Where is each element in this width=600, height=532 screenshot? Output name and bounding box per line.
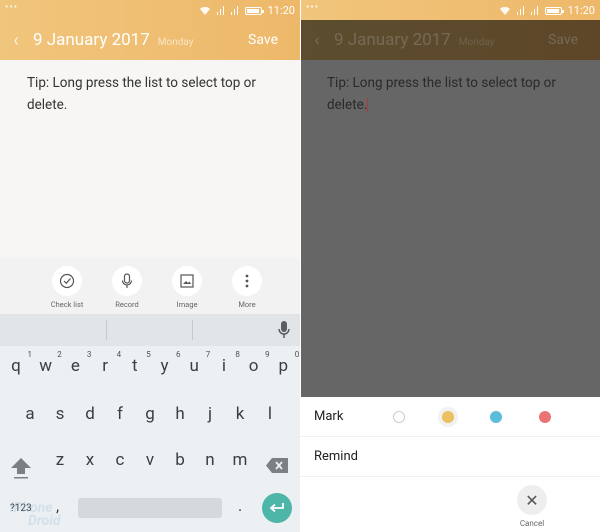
keyboard-row-3: zxcvbnm [0, 450, 300, 490]
cancel-button[interactable]: ✕ Cancel [517, 485, 547, 528]
back-button[interactable]: ‹ [0, 30, 30, 51]
remind-row[interactable]: Remind [301, 437, 600, 477]
cancel-label: Cancel [519, 519, 545, 528]
enter-icon [269, 503, 284, 513]
key-y[interactable]: y6 [150, 350, 180, 376]
notification-dots: ••• [5, 2, 19, 13]
key-e[interactable]: e3 [60, 350, 92, 376]
check-circle-icon [59, 273, 75, 289]
signal-icon [216, 6, 225, 15]
key-m[interactable]: m [225, 450, 255, 470]
key-s[interactable]: s [45, 404, 75, 424]
key-h[interactable]: h [165, 404, 195, 424]
key-r[interactable]: r4 [90, 350, 121, 376]
battery-icon [244, 6, 264, 15]
notification-dots: ••• [306, 2, 320, 13]
record-label: Record [115, 300, 139, 309]
key-b[interactable]: b [165, 450, 195, 470]
key-z[interactable]: z [45, 450, 75, 470]
period-key[interactable]: . [238, 496, 242, 515]
key-u[interactable]: u7 [179, 350, 211, 376]
clock: 11:20 [267, 4, 295, 17]
note-text: Tip: Long press the list to select top o… [327, 75, 556, 113]
key-f[interactable]: f [105, 404, 135, 424]
color-dot-red[interactable] [539, 411, 551, 423]
mic-icon [121, 273, 133, 288]
signal-icon-2 [230, 6, 239, 15]
image-label: Image [176, 300, 198, 309]
clock: 11:20 [567, 4, 595, 17]
color-dot-none[interactable] [393, 411, 405, 423]
key-a[interactable]: a [15, 404, 45, 424]
key-d[interactable]: d [75, 404, 105, 424]
save-button: Save [548, 32, 578, 48]
note-text-area[interactable]: Tip: Long press the list to select top o… [0, 60, 300, 258]
key-v[interactable]: v [135, 450, 165, 470]
key-t[interactable]: t5 [120, 350, 151, 376]
suggestion-divider [192, 320, 193, 340]
watermark: iPhone Droid [10, 501, 61, 529]
signal-icon [516, 6, 525, 15]
soft-keyboard: q1w2e3r4t5y6u7i8o9p0 asdfghjkl zxcvbnm ?… [0, 314, 300, 532]
image-icon [180, 274, 194, 288]
more-vertical-icon [245, 274, 249, 288]
wifi-icon [499, 6, 510, 15]
key-i[interactable]: i8 [209, 350, 240, 376]
status-bar: ••• 11:20 [0, 0, 300, 20]
key-n[interactable]: n [195, 450, 225, 470]
suggestion-divider [106, 320, 107, 340]
suggestion-strip[interactable] [0, 314, 300, 346]
status-bar: ••• 11:20 [301, 0, 600, 20]
more-label: More [238, 300, 256, 309]
mark-sheet-screen: ••• 11:20 ‹ 9 January 2017 Monday Save T… [301, 0, 600, 532]
key-g[interactable]: g [135, 404, 165, 424]
key-k[interactable]: k [225, 404, 255, 424]
key-o[interactable]: o9 [239, 350, 270, 376]
key-p[interactable]: p0 [268, 350, 300, 376]
key-q[interactable]: q1 [1, 350, 32, 376]
record-button[interactable]: Record [108, 266, 146, 314]
note-weekday: Monday [458, 36, 495, 48]
space-bar[interactable] [78, 498, 222, 518]
checklist-button[interactable]: Check list [48, 266, 86, 314]
key-number-hint: 0 [294, 350, 300, 359]
more-button[interactable]: More [228, 266, 266, 314]
bottom-sheet: Mark Remind [301, 397, 600, 532]
battery-icon [544, 6, 564, 15]
note-toolbar: Check list Record Image More [0, 258, 300, 314]
back-button: ‹ [314, 29, 320, 51]
save-button[interactable]: Save [248, 32, 278, 48]
remind-label: Remind [314, 449, 358, 464]
keyboard-row-1: q1w2e3r4t5y6u7i8o9p0 [0, 350, 300, 396]
app-header-dimmed: ••• 11:20 ‹ 9 January 2017 Monday Save [301, 0, 600, 60]
note-date: 9 January 2017 [334, 30, 451, 50]
close-icon: ✕ [525, 490, 539, 510]
key-w[interactable]: w2 [31, 350, 61, 376]
text-cursor [367, 98, 369, 113]
mark-row: Mark [301, 397, 600, 437]
color-dot-blue[interactable] [490, 411, 502, 423]
watermark-line-2: Droid [28, 513, 61, 529]
key-j[interactable]: j [195, 404, 225, 424]
shift-key-icon[interactable] [10, 456, 32, 480]
note-editor-screen: ••• 11:20 ‹ 9 January 2017 Monday Save T… [0, 0, 300, 532]
enter-key[interactable] [262, 493, 292, 523]
key-x[interactable]: x [75, 450, 105, 470]
note-weekday: Monday [157, 36, 194, 48]
checklist-label: Check list [50, 300, 84, 309]
app-header: ••• 11:20 ‹ 9 January 2017 Monday Save [0, 0, 300, 60]
key-c[interactable]: c [105, 450, 135, 470]
note-date: 9 January 2017 [33, 30, 150, 50]
image-button[interactable]: Image [168, 266, 206, 314]
keyboard-row-2: asdfghjkl [0, 404, 300, 444]
dim-overlay[interactable]: Tip: Long press the list to select top o… [301, 60, 600, 397]
backspace-key-icon[interactable] [266, 458, 288, 473]
wifi-icon [199, 6, 210, 15]
voice-input-icon[interactable] [278, 321, 290, 339]
signal-icon-2 [530, 6, 539, 15]
key-l[interactable]: l [255, 404, 285, 424]
mark-label: Mark [314, 409, 344, 424]
color-dot-yellow[interactable] [442, 411, 454, 423]
